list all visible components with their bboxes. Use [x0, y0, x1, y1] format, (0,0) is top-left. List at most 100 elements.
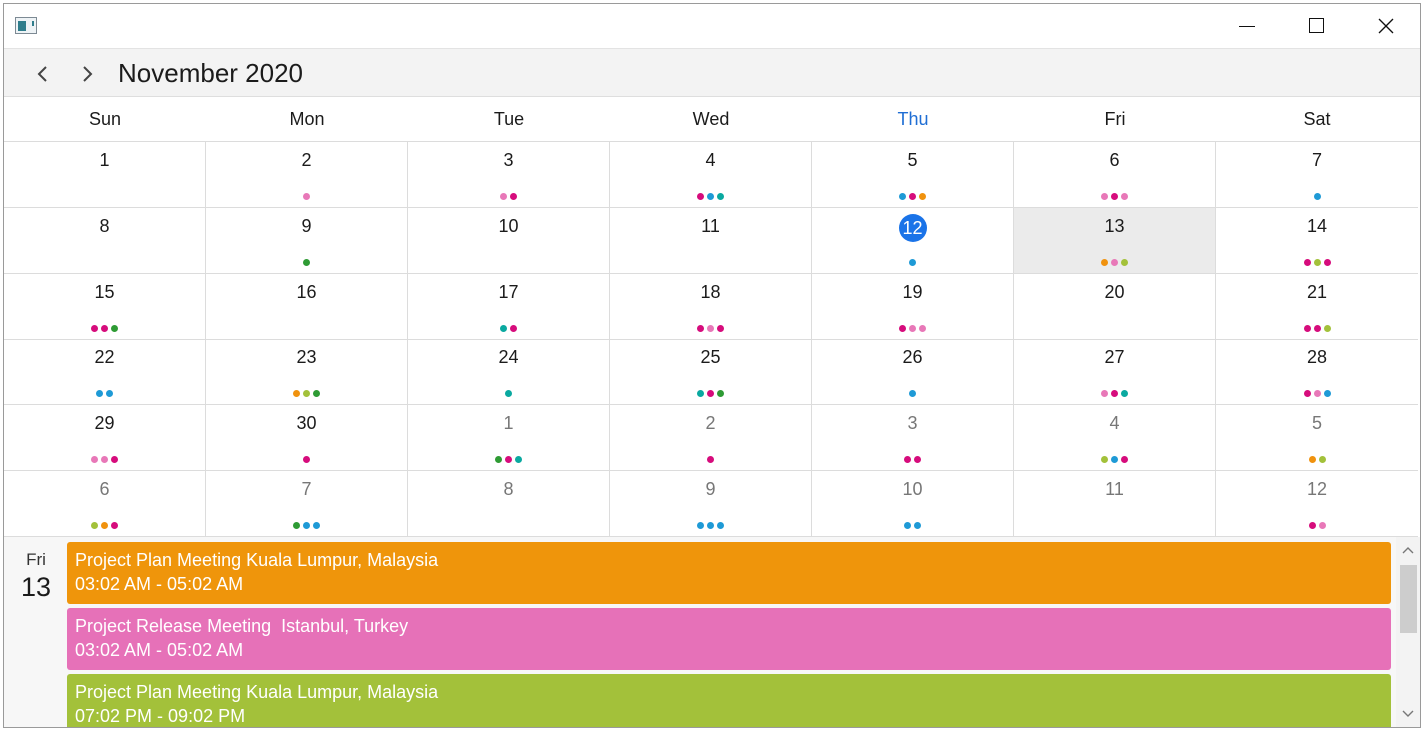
- day-cell[interactable]: 14: [1216, 208, 1418, 273]
- day-cell[interactable]: 15: [4, 274, 206, 339]
- scroll-down-icon[interactable]: [1402, 709, 1414, 719]
- event-dot: [904, 456, 911, 463]
- day-number: 29: [94, 413, 115, 433]
- event-indicators: [610, 325, 811, 333]
- day-cell[interactable]: 11: [610, 208, 812, 273]
- day-cell[interactable]: 2: [610, 405, 812, 470]
- day-cell[interactable]: 1: [4, 142, 206, 207]
- event-dot: [293, 522, 300, 529]
- event-time: 03:02 AM - 05:02 AM: [75, 640, 244, 660]
- event-dot: [1121, 259, 1128, 266]
- event-dot: [1318, 522, 1326, 529]
- event-dot: [1111, 390, 1118, 397]
- day-cell[interactable]: 8: [408, 471, 610, 536]
- day-cell[interactable]: 7: [206, 471, 408, 536]
- day-cell[interactable]: 11: [1014, 471, 1216, 536]
- day-cell[interactable]: 6: [1014, 142, 1216, 207]
- day-number: 9: [705, 479, 716, 499]
- agenda-event[interactable]: Project Release Meeting Istanbul, Turkey…: [67, 608, 1391, 670]
- close-button[interactable]: [1363, 4, 1409, 49]
- day-cell[interactable]: 5: [1216, 405, 1418, 470]
- day-cell[interactable]: 8: [4, 208, 206, 273]
- day-cell[interactable]: 4: [1014, 405, 1216, 470]
- event-indicators: [4, 259, 205, 267]
- day-cell[interactable]: 17: [408, 274, 610, 339]
- event-indicators: [408, 456, 609, 464]
- event-dot: [919, 325, 926, 332]
- day-cell[interactable]: 7: [1216, 142, 1418, 207]
- event-dot: [1323, 390, 1331, 397]
- day-cell[interactable]: 1: [408, 405, 610, 470]
- event-dot: [1308, 522, 1316, 529]
- day-number: 6: [99, 479, 110, 499]
- event-dot: [919, 193, 926, 200]
- scrollbar-thumb[interactable]: [1400, 565, 1417, 633]
- day-cell[interactable]: 9: [206, 208, 408, 273]
- event-dot: [1121, 193, 1128, 200]
- event-dot: [510, 325, 517, 332]
- day-cell[interactable]: 5: [812, 142, 1014, 207]
- day-cell[interactable]: 9: [610, 471, 812, 536]
- day-cell[interactable]: 24: [408, 339, 610, 404]
- day-cell[interactable]: 12: [1216, 471, 1418, 536]
- day-number: 15: [94, 282, 115, 302]
- day-cell[interactable]: 10: [812, 471, 1014, 536]
- next-month-button[interactable]: [74, 61, 100, 87]
- event-dot: [505, 456, 512, 463]
- day-cell[interactable]: 3: [812, 405, 1014, 470]
- event-indicators: [206, 390, 407, 398]
- day-number: 2: [301, 150, 312, 170]
- event-indicators: [4, 456, 205, 464]
- event-dot: [111, 522, 118, 529]
- previous-month-button[interactable]: [30, 61, 56, 87]
- event-dot: [500, 325, 507, 332]
- day-cell[interactable]: 25: [610, 339, 812, 404]
- agenda-day-label: Fri 13: [12, 550, 60, 603]
- day-cell[interactable]: 30: [206, 405, 408, 470]
- day-cell-selected[interactable]: 13: [1014, 208, 1216, 273]
- event-dot: [697, 390, 704, 397]
- event-indicators: [610, 259, 811, 267]
- day-cell[interactable]: 19: [812, 274, 1014, 339]
- day-cell[interactable]: 22: [4, 339, 206, 404]
- event-indicators: [408, 522, 609, 530]
- event-indicators: [812, 522, 1013, 530]
- day-cell[interactable]: 6: [4, 471, 206, 536]
- maximize-button[interactable]: [1293, 4, 1339, 49]
- minimize-button[interactable]: [1224, 4, 1270, 49]
- event-indicators: [4, 193, 205, 201]
- agenda-event[interactable]: Project Plan Meeting Kuala Lumpur, Malay…: [67, 542, 1391, 604]
- day-cell[interactable]: 29: [4, 405, 206, 470]
- week-row: 8 9 10 11 12 13 14: [4, 208, 1418, 274]
- day-cell[interactable]: 3: [408, 142, 610, 207]
- day-number: 11: [1105, 479, 1124, 499]
- day-cell[interactable]: 26: [812, 339, 1014, 404]
- day-cell[interactable]: 2: [206, 142, 408, 207]
- event-dot: [500, 193, 507, 200]
- event-dot: [303, 456, 310, 463]
- event-indicators: [1014, 259, 1215, 267]
- weekday-label: Wed: [692, 109, 730, 129]
- weekday-label: Sat: [1303, 109, 1331, 129]
- day-cell[interactable]: 20: [1014, 274, 1216, 339]
- day-cell[interactable]: 10: [408, 208, 610, 273]
- day-number: 27: [1104, 347, 1125, 367]
- day-number: 7: [301, 479, 312, 499]
- event-time: 07:02 PM - 09:02 PM: [75, 706, 246, 726]
- day-cell-today[interactable]: 12: [812, 208, 1014, 273]
- agenda-event[interactable]: Project Plan Meeting Kuala Lumpur, Malay…: [67, 674, 1391, 727]
- scroll-up-icon[interactable]: [1402, 545, 1414, 555]
- event-dot: [904, 522, 911, 529]
- app-window: November 2020 Sun Mon Tue Wed Thu Fri Sat 1234…: [3, 3, 1421, 728]
- day-cell[interactable]: 23: [206, 339, 408, 404]
- day-cell[interactable]: 16: [206, 274, 408, 339]
- day-cell[interactable]: 18: [610, 274, 812, 339]
- day-cell[interactable]: 27: [1014, 339, 1216, 404]
- day-cell[interactable]: 28: [1216, 339, 1418, 404]
- agenda-scrollbar[interactable]: [1396, 537, 1420, 727]
- day-cell[interactable]: 21: [1216, 274, 1418, 339]
- day-cell[interactable]: 4: [610, 142, 812, 207]
- chevron-left-icon: [37, 66, 47, 82]
- event-dot: [909, 259, 916, 266]
- day-number: 10: [498, 216, 519, 236]
